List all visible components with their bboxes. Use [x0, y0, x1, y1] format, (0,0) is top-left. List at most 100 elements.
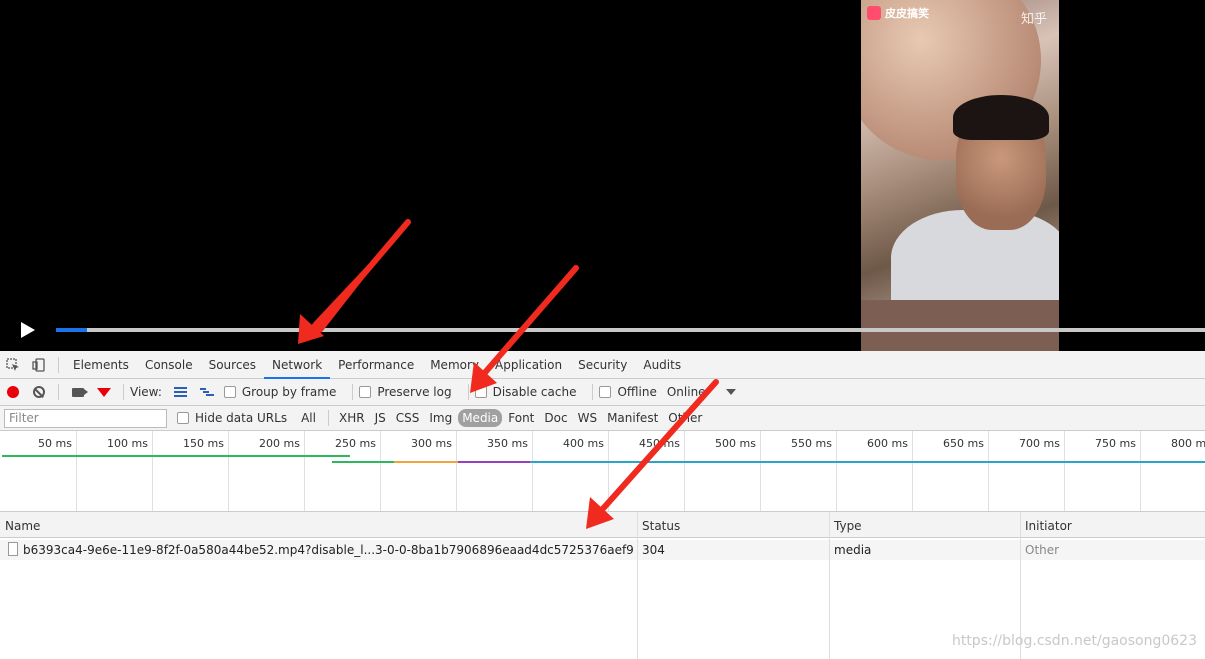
blog-watermark: https://blog.csdn.net/gaosong0623	[951, 633, 1197, 649]
video-watermark-corner: 知乎	[1020, 12, 1047, 27]
timeline-gridline	[608, 431, 609, 511]
filter-type-media[interactable]: Media	[458, 409, 503, 427]
toolbar-divider	[123, 384, 124, 400]
video-progress-bar[interactable]	[56, 328, 1205, 332]
timeline-tick-label: 50 ms	[38, 437, 72, 450]
timeline-tick-label: 800 ms	[1171, 437, 1205, 450]
toolbar-divider	[58, 384, 59, 400]
filter-type-font[interactable]: Font	[504, 409, 538, 427]
capture-screenshots-icon[interactable]	[70, 384, 88, 400]
tab-audits[interactable]: Audits	[635, 351, 689, 379]
filter-bar: Hide data URLs All XHRJSCSSImgMediaFontDo…	[0, 406, 1205, 431]
video-player[interactable]: 皮皮搞笑 知乎	[0, 0, 1205, 351]
timeline-tick-label: 500 ms	[715, 437, 756, 450]
timeline-tick-label: 250 ms	[335, 437, 376, 450]
devtools-tabs: Elements Console Sources Network Performance…	[65, 351, 689, 379]
tab-performance[interactable]: Performance	[330, 351, 422, 379]
timeline-tick-label: 700 ms	[1019, 437, 1060, 450]
view-label: View:	[130, 385, 162, 399]
hide-data-urls-checkbox[interactable]: Hide data URLs	[177, 411, 287, 425]
filter-type-all[interactable]: All	[297, 409, 320, 427]
tab-elements[interactable]: Elements	[65, 351, 137, 379]
request-name[interactable]: b6393ca4-9e6e-11e9-8f2f-0a580a44be52.mp4…	[23, 543, 633, 557]
network-toolbar: View: Group by frame Preserve log Disabl…	[0, 379, 1205, 406]
timeline-tick-label: 750 ms	[1095, 437, 1136, 450]
timeline-gridline	[1140, 431, 1141, 511]
filter-type-ws[interactable]: WS	[574, 409, 601, 427]
filter-type-doc[interactable]: Doc	[540, 409, 571, 427]
video-watermark-brand: 皮皮搞笑	[885, 7, 929, 20]
checkbox-icon[interactable]	[177, 412, 189, 424]
toolbar-divider	[327, 410, 329, 426]
timeline-tick-label: 350 ms	[487, 437, 528, 450]
timeline-gridline	[988, 431, 989, 511]
disable-cache-checkbox[interactable]: Disable cache	[474, 385, 577, 399]
brand-logo-icon	[867, 6, 881, 20]
file-icon	[8, 542, 18, 556]
chevron-down-icon[interactable]	[725, 389, 736, 395]
tab-security[interactable]: Security	[570, 351, 635, 379]
timeline-request-bar	[332, 461, 394, 463]
timeline-gridline	[532, 431, 533, 511]
timeline-gridline	[304, 431, 305, 511]
video-frame: 皮皮搞笑 知乎	[861, 0, 1059, 351]
timeline-tick-label: 150 ms	[183, 437, 224, 450]
tab-application[interactable]: Application	[487, 351, 570, 379]
filter-type-css[interactable]: CSS	[392, 409, 424, 427]
table-row[interactable]: b6393ca4-9e6e-11e9-8f2f-0a580a44be52.mp4…	[0, 540, 1205, 560]
timeline-tick-label: 650 ms	[943, 437, 984, 450]
timeline-tick-label: 400 ms	[563, 437, 604, 450]
toolbar-divider	[592, 384, 594, 400]
resource-type-filters: All XHR JS CSS Img Media Font Doc WS Manifest Othe…	[297, 409, 708, 427]
clear-icon[interactable]	[31, 384, 47, 400]
filter-type-other[interactable]: Other	[664, 409, 706, 427]
timeline-tick-label: 450 ms	[639, 437, 680, 450]
timeline-gridline	[912, 431, 913, 511]
preserve-log-checkbox[interactable]: Preserve log	[359, 385, 452, 399]
header-type[interactable]: Type	[834, 519, 862, 533]
header-initiator[interactable]: Initiator	[1025, 519, 1072, 533]
tab-console[interactable]: Console	[137, 351, 201, 379]
tab-network[interactable]: Network	[264, 351, 331, 379]
timeline-gridline	[152, 431, 153, 511]
checkbox-icon[interactable]	[474, 386, 487, 398]
large-rows-icon[interactable]	[173, 384, 189, 400]
inspect-element-icon[interactable]	[5, 357, 21, 373]
overview-waterfall-icon[interactable]	[199, 384, 215, 400]
tab-memory[interactable]: Memory	[422, 351, 487, 379]
filter-type-img[interactable]: Img	[425, 409, 456, 427]
toolbar-divider	[467, 384, 469, 400]
timeline-gridline	[228, 431, 229, 511]
timeline-tick-label: 550 ms	[791, 437, 832, 450]
checkbox-icon[interactable]	[599, 386, 612, 398]
filter-type-xhr[interactable]: XHR	[335, 409, 369, 427]
timeline-gridline	[760, 431, 761, 511]
tab-sources[interactable]: Sources	[201, 351, 264, 379]
filter-type-manifest[interactable]: Manifest	[603, 409, 662, 427]
timeline-gridline	[456, 431, 457, 511]
disable-cache-label: Disable cache	[492, 385, 577, 399]
timeline-tick-label: 200 ms	[259, 437, 300, 450]
filter-funnel-icon[interactable]	[96, 384, 112, 400]
network-overview-timeline[interactable]: 50 ms 100 ms 150 ms 200 ms 250 ms 300 ms 350 m…	[0, 431, 1205, 512]
timeline-tick-label: 300 ms	[411, 437, 452, 450]
filter-type-js[interactable]: JS	[371, 409, 390, 427]
column-divider[interactable]	[829, 512, 830, 659]
record-icon[interactable]	[5, 384, 21, 400]
device-toolbar-icon[interactable]	[31, 357, 47, 373]
header-status[interactable]: Status	[642, 519, 680, 533]
header-name[interactable]: Name	[5, 519, 40, 533]
play-button[interactable]	[21, 322, 35, 338]
filter-input[interactable]	[4, 408, 167, 428]
checkbox-icon[interactable]	[223, 386, 236, 398]
throttling-select[interactable]: Online	[667, 385, 736, 399]
group-by-frame-checkbox[interactable]: Group by frame	[223, 385, 336, 399]
timeline-gridline	[1064, 431, 1065, 511]
requests-table-header: Name Status Type Initiator	[0, 512, 1205, 538]
column-divider[interactable]	[637, 512, 638, 659]
timeline-tick-label: 600 ms	[867, 437, 908, 450]
offline-checkbox[interactable]: Offline	[599, 385, 657, 399]
timeline-gridline	[836, 431, 837, 511]
checkbox-icon[interactable]	[359, 386, 372, 398]
timeline-gridline	[76, 431, 77, 511]
